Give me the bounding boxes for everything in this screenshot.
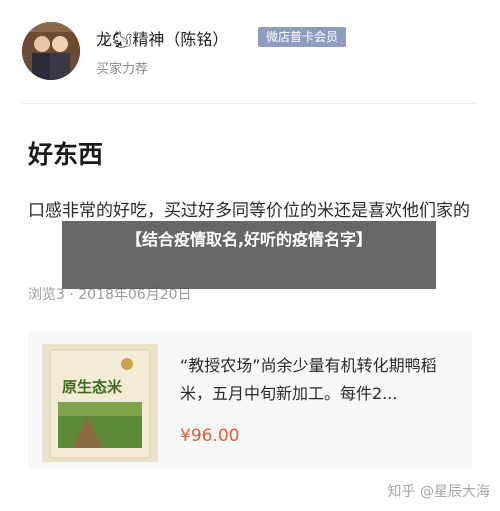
author-avatar[interactable]: [22, 22, 80, 80]
source-credit: 知乎 @星辰大海: [387, 484, 490, 500]
review-title: 好东西: [28, 140, 104, 169]
avatar-photo: [22, 22, 80, 80]
rice-bag-image: [42, 344, 158, 462]
product-image: 原生态米: [42, 344, 158, 462]
author-subtitle: 买家力荐: [96, 62, 149, 77]
product-price: ¥96.00: [180, 426, 240, 446]
product-image-label: 原生态米: [62, 378, 123, 396]
product-description: “教授农场”尚余少量有机转化期鸭稻米，五月中旬新加工。每件2...: [180, 356, 437, 403]
header-divider: [22, 103, 478, 104]
caption-overlay: 【结合疫情取名,好听的疫情名字】: [62, 221, 436, 289]
member-badge: 微店普卡会员: [258, 27, 347, 47]
product-card[interactable]: 原生态米 “教授农场”尚余少量有机转化期鸭稻米，五月中旬新加工。每件2... ¥…: [28, 330, 472, 470]
author-name[interactable]: 龙🐿精神（陈铭）: [96, 26, 228, 50]
